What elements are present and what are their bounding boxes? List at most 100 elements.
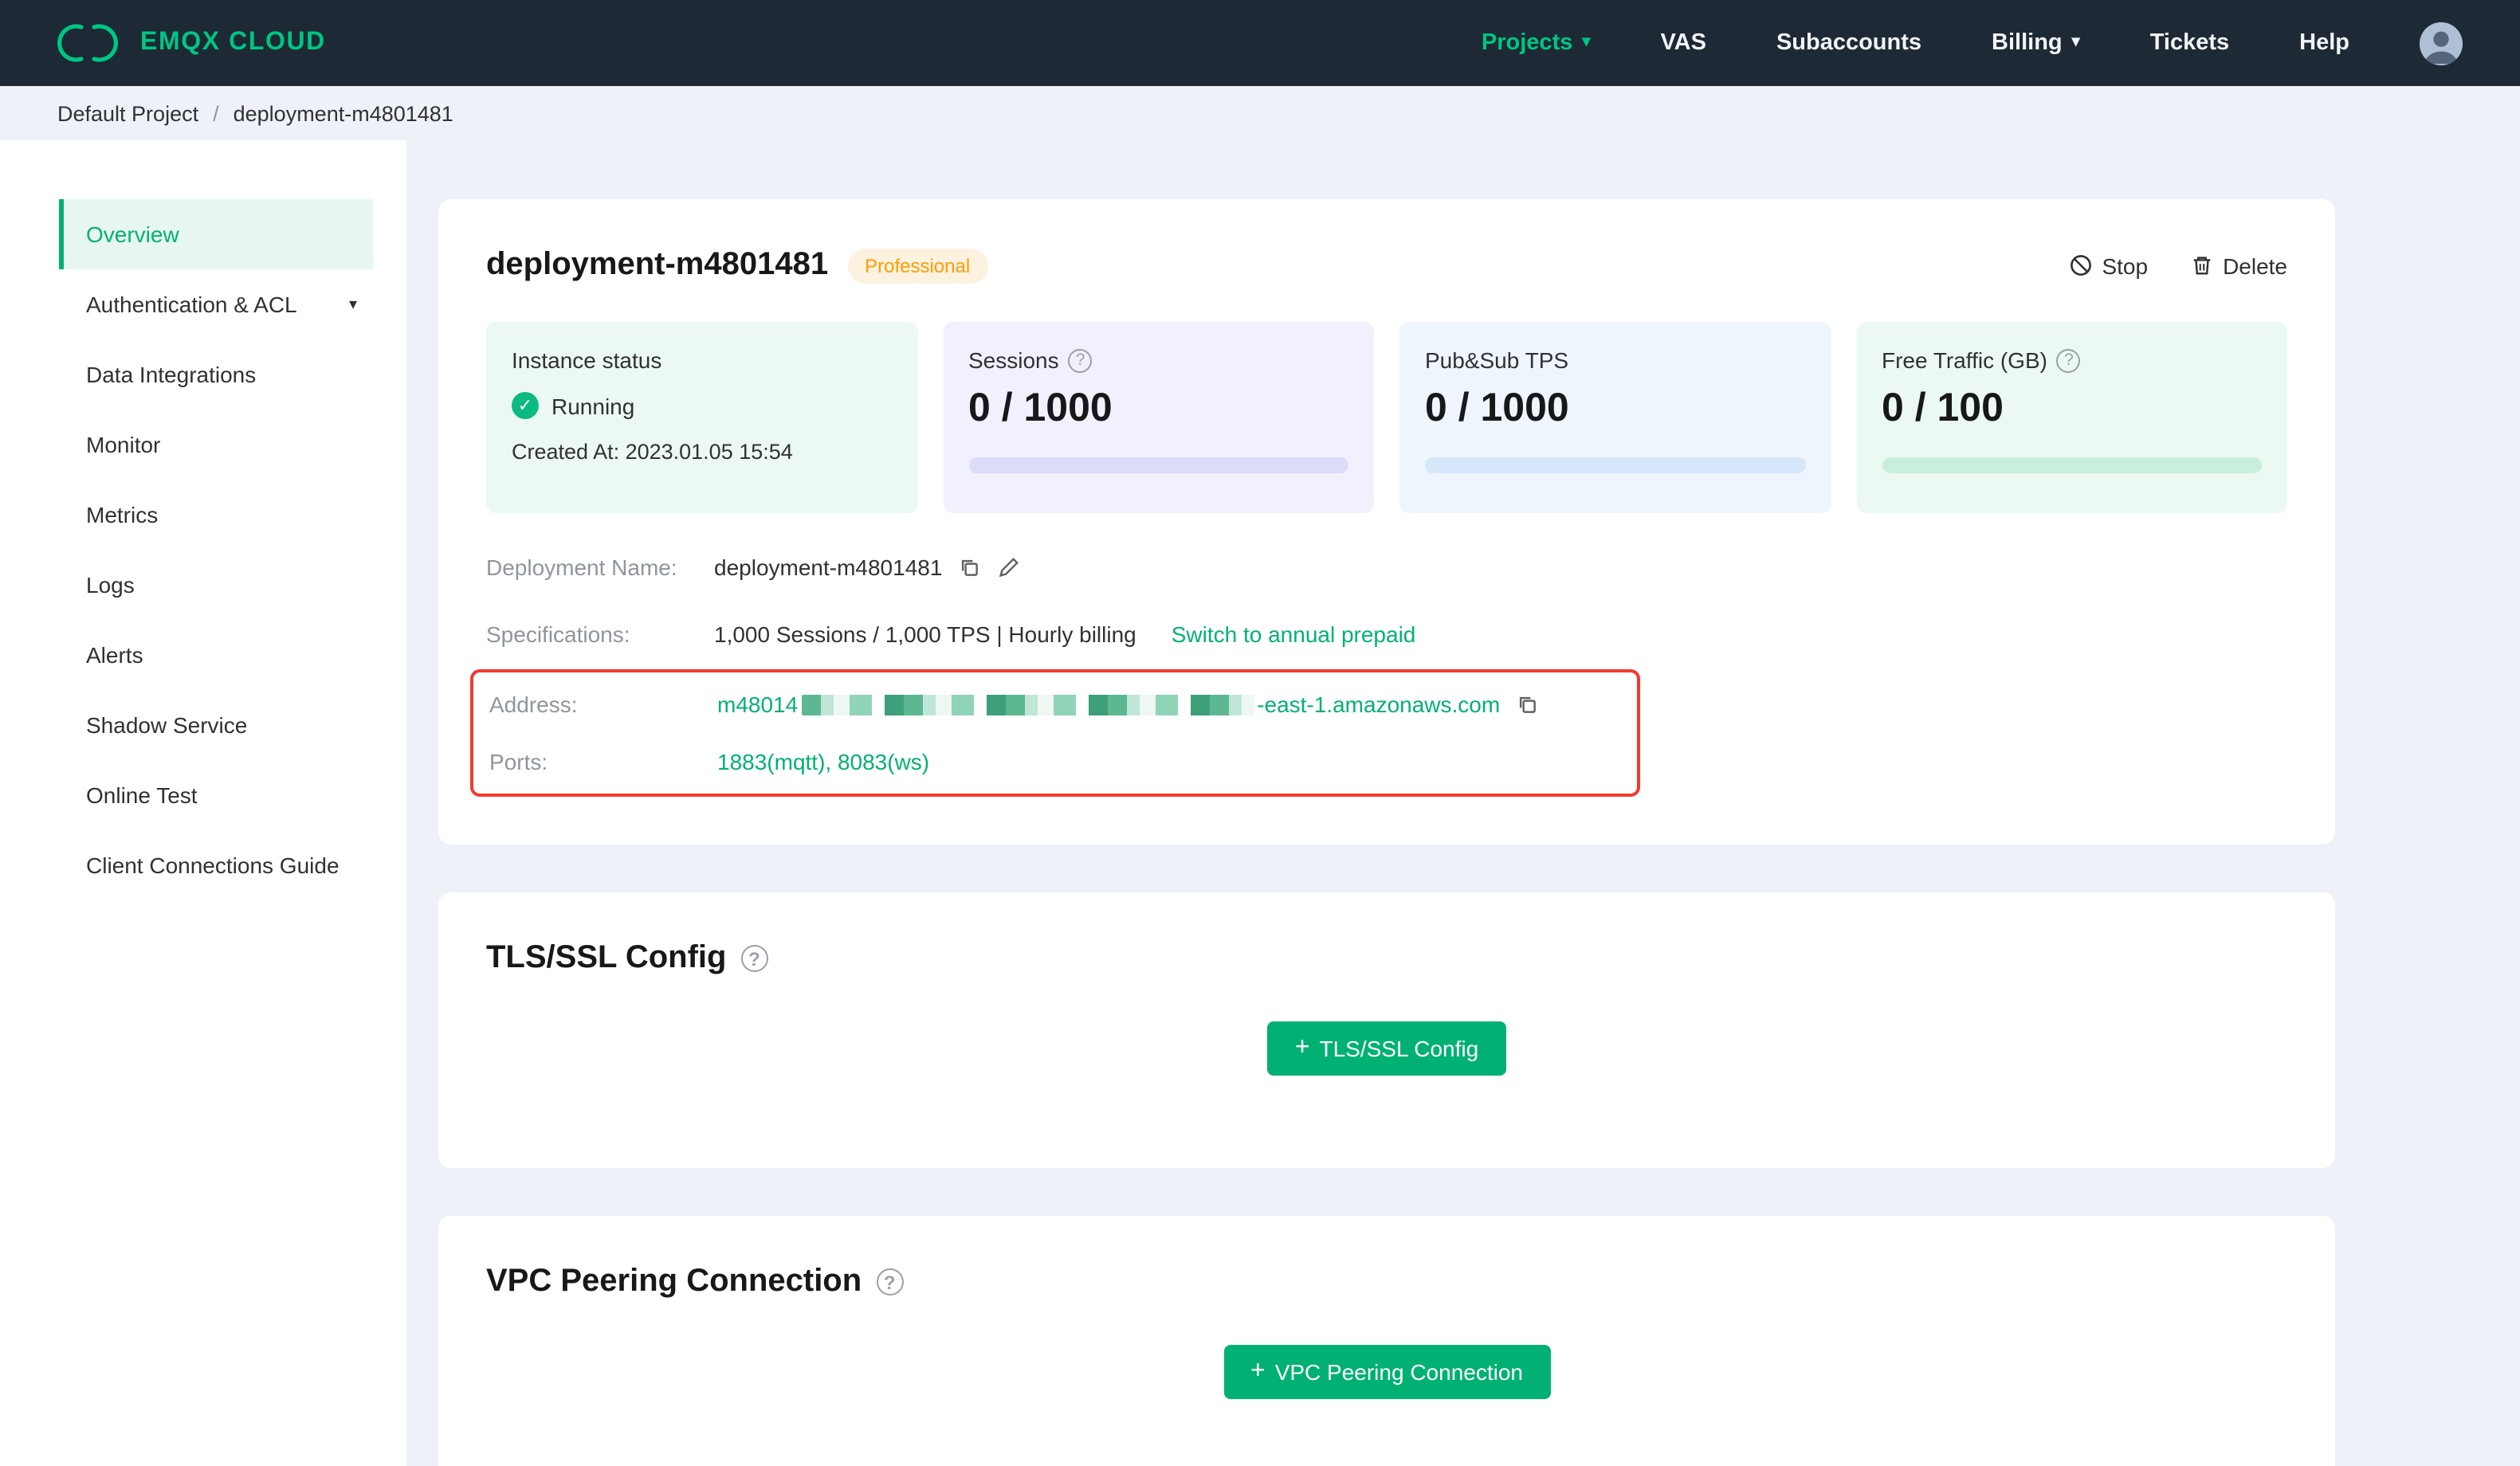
ports-label: Ports: (489, 749, 548, 774)
breadcrumb: Default Project / deployment-m4801481 (0, 86, 2520, 140)
breadcrumb-project[interactable]: Default Project (57, 101, 198, 125)
specifications-value: 1,000 Sessions / 1,000 TPS | Hourly bill… (714, 621, 1136, 647)
copy-address-button[interactable] (1516, 693, 1538, 715)
stat-title-label: Pub&Sub TPS (1425, 347, 1569, 373)
page: EMQX CLOUD Projects ▾ VAS Subaccounts Bi… (0, 0, 2520, 1466)
sidebar-item-shadow-service[interactable]: Shadow Service (59, 690, 373, 760)
nav-vas[interactable]: VAS (1660, 30, 1706, 56)
layout: Overview Authentication & ACL ▾ Data Int… (0, 140, 2520, 1466)
help-icon[interactable]: ? (1068, 348, 1093, 372)
sidebar: Overview Authentication & ACL ▾ Data Int… (0, 140, 406, 1466)
nav-help[interactable]: Help (2299, 30, 2349, 56)
stat-title-label: Free Traffic (GB) (1882, 347, 2047, 373)
sidebar-item-monitor[interactable]: Monitor (59, 410, 373, 480)
stat-value: 0 / 100 (1882, 386, 2004, 430)
delete-button[interactable]: Delete (2189, 253, 2287, 278)
copy-icon (1520, 696, 1537, 713)
vpc-peering-title-row: VPC Peering Connection ? (486, 1264, 2287, 1300)
stat-free-traffic: Free Traffic (GB) ? 0 / 100 (1856, 322, 2287, 513)
nav-help-label: Help (2299, 30, 2349, 56)
tls-ssl-card: TLS/SSL Config ? + TLS/SSL Config (438, 892, 2335, 1168)
tls-ssl-title-row: TLS/SSL Config ? (486, 940, 2287, 977)
delete-label: Delete (2223, 253, 2287, 278)
chevron-down-icon: ▾ (348, 296, 357, 313)
stat-title: Sessions ? (968, 347, 1348, 373)
sidebar-item-label: Logs (86, 572, 135, 598)
chevron-down-icon: ▾ (2071, 33, 2080, 51)
ports-row: Ports: 1883(mqtt), 8083(ws) (489, 749, 1621, 774)
add-vpc-peering-button[interactable]: + VPC Peering Connection (1223, 1345, 1550, 1399)
sidebar-item-logs[interactable]: Logs (59, 550, 373, 620)
deployment-name-value: deployment-m4801481 (714, 555, 943, 580)
sidebar-item-online-test[interactable]: Online Test (59, 760, 373, 830)
brand-logo[interactable]: EMQX CLOUD (57, 22, 326, 64)
created-at: Created At: 2023.01.05 15:54 (512, 440, 793, 464)
tls-ssl-title: TLS/SSL Config (486, 940, 727, 975)
stat-title: Instance status (512, 347, 662, 373)
traffic-progress-bar (1882, 457, 2262, 473)
sidebar-item-authentication-acl[interactable]: Authentication & ACL ▾ (59, 269, 373, 339)
tps-progress-bar (1425, 457, 1805, 473)
nav-tickets[interactable]: Tickets (2150, 30, 2229, 56)
sidebar-item-label: Data Integrations (86, 362, 257, 387)
stop-button[interactable]: Stop (2068, 253, 2148, 278)
switch-annual-prepaid-link[interactable]: Switch to annual prepaid (1172, 621, 1416, 647)
nav-subaccounts[interactable]: Subaccounts (1776, 30, 1921, 56)
address-row: Address: m48014 -east-1.amazonaws.com (489, 692, 1621, 717)
nav-projects[interactable]: Projects ▾ (1482, 30, 1591, 56)
stat-value: 0 / 1000 (1425, 386, 1569, 430)
sidebar-item-data-integrations[interactable]: Data Integrations (59, 339, 373, 410)
add-vpc-peering-label: VPC Peering Connection (1274, 1359, 1523, 1385)
nav-tickets-label: Tickets (2149, 30, 2230, 56)
ports-value: 1883(mqtt), 8083(ws) (717, 749, 930, 774)
trash-icon (2192, 257, 2210, 275)
nav-vas-label: VAS (1660, 30, 1706, 56)
stat-title: Free Traffic (GB) ? (1882, 347, 2262, 373)
stop-label: Stop (2102, 253, 2149, 278)
nav-items: Projects ▾ VAS Subaccounts Billing ▾ Tic… (1482, 22, 2463, 65)
sidebar-item-metrics[interactable]: Metrics (59, 480, 373, 550)
address-redaction (801, 695, 1254, 715)
help-icon[interactable]: ? (2056, 348, 2081, 372)
stat-title: Pub&Sub TPS (1425, 347, 1805, 373)
user-avatar[interactable] (2420, 22, 2463, 65)
nav-billing-label: Billing (1992, 30, 2063, 56)
sidebar-item-label: Authentication & ACL (86, 292, 297, 317)
brand-name: EMQX CLOUD (140, 29, 326, 56)
stat-title-label: Sessions (968, 347, 1059, 373)
status-badge: Running (551, 393, 635, 418)
address-value: m48014 -east-1.amazonaws.com (717, 692, 1501, 717)
stop-icon (2070, 255, 2091, 276)
top-navbar: EMQX CLOUD Projects ▾ VAS Subaccounts Bi… (0, 0, 2520, 86)
sessions-progress-bar (968, 457, 1348, 473)
plus-icon: + (1294, 1034, 1310, 1061)
chevron-down-icon: ▾ (1582, 33, 1591, 51)
plan-badge: Professional (847, 248, 988, 283)
edit-deployment-name-button[interactable] (996, 555, 1020, 579)
sidebar-item-label: Client Connections Guide (86, 853, 340, 878)
add-tls-ssl-config-button[interactable]: + TLS/SSL Config (1267, 1021, 1506, 1076)
deployment-name-label: Deployment Name: (486, 555, 677, 580)
plus-icon: + (1250, 1358, 1266, 1385)
sidebar-item-client-connections-guide[interactable]: Client Connections Guide (59, 830, 373, 900)
sidebar-item-alerts[interactable]: Alerts (59, 620, 373, 690)
sidebar-item-label: Metrics (86, 502, 159, 527)
sidebar-item-label: Overview (86, 221, 179, 247)
sidebar-item-overview[interactable]: Overview (59, 199, 373, 269)
copy-deployment-name-button[interactable] (958, 556, 980, 578)
nav-billing[interactable]: Billing ▾ (1992, 30, 2080, 56)
stat-sessions: Sessions ? 0 / 1000 (943, 322, 1374, 513)
check-circle-icon: ✓ (512, 392, 539, 419)
nav-projects-label: Projects (1481, 30, 1573, 56)
help-icon[interactable]: ? (740, 945, 768, 972)
sidebar-item-label: Monitor (86, 432, 161, 457)
deployment-actions: Stop Delete (2068, 253, 2287, 278)
help-icon[interactable]: ? (876, 1268, 904, 1295)
copy-icon (962, 559, 979, 576)
sidebar-item-label: Online Test (86, 782, 198, 808)
stats-row: Instance status ✓ Running Created At: 20… (486, 322, 2287, 513)
deployment-name-row: Deployment Name: deployment-m4801481 (486, 555, 2287, 580)
nav-subaccounts-label: Subaccounts (1776, 30, 1922, 56)
avatar-icon (2420, 22, 2463, 65)
breadcrumb-deployment: deployment-m4801481 (233, 101, 453, 125)
